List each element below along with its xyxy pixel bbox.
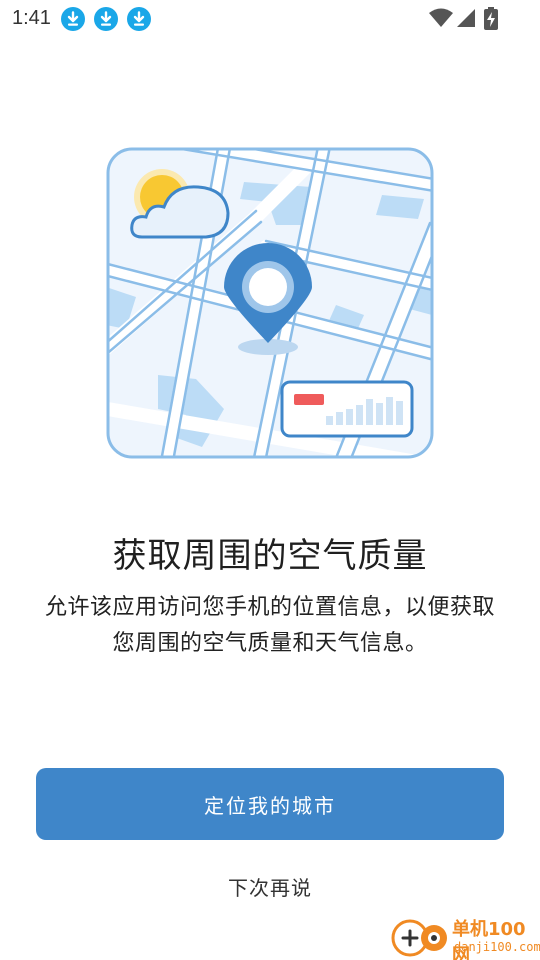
location-illustration (106, 147, 434, 459)
battery-charging-icon (484, 7, 498, 30)
download-icon (127, 7, 151, 31)
air-quality-card-icon (280, 380, 414, 438)
watermark: 单机100网 danji100.com (390, 912, 540, 960)
status-bar: 1:41 (0, 0, 540, 38)
permission-screen: 1:41 获取周围的空气质量 允许该应用访问您手机的位置信息，以便获取您周围的空… (0, 0, 540, 960)
download-icon (61, 7, 85, 31)
wifi-icon (429, 8, 453, 27)
page-title: 获取周围的空气质量 (112, 536, 428, 576)
download-icon (94, 7, 118, 31)
later-button[interactable]: 下次再说 (170, 868, 370, 908)
locate-city-button[interactable]: 定位我的城市 (36, 768, 504, 840)
watermark-url: danji100.com (454, 940, 540, 954)
permission-description: 允许该应用访问您手机的位置信息，以便获取您周围的空气质量和天气信息。 (44, 595, 495, 656)
signal-icon (457, 9, 475, 27)
watermark-logo-icon (391, 919, 447, 957)
status-time: 1:41 (12, 7, 51, 29)
